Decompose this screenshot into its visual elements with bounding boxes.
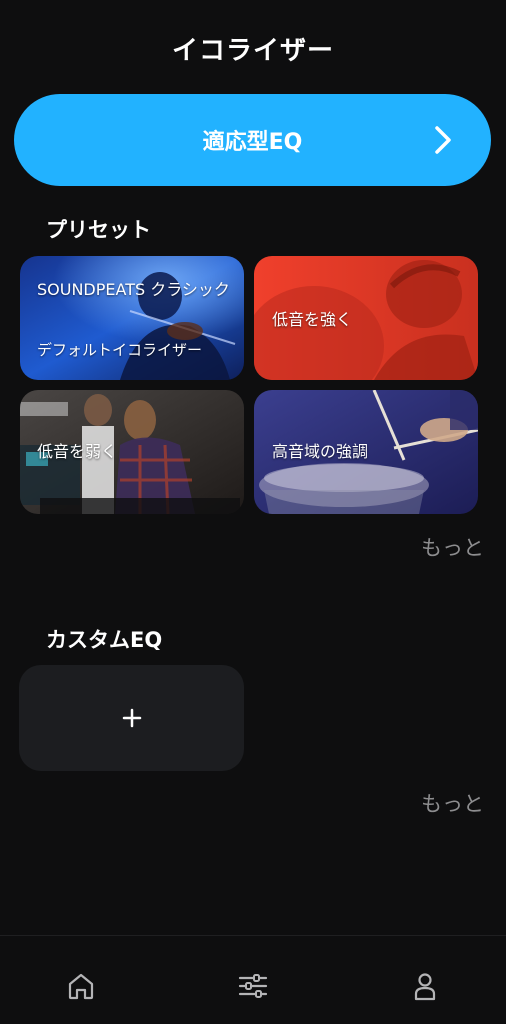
profile-icon[interactable]: [409, 970, 441, 1002]
adaptive-eq-button[interactable]: 適応型EQ: [14, 94, 491, 186]
chevron-right-icon: [435, 126, 451, 154]
page-title: イコライザー: [171, 36, 334, 66]
preset-subtitle: デフォルトイコライザー: [37, 341, 203, 359]
preset-card-bass-reduce[interactable]: 低音を弱く: [20, 390, 244, 514]
preset-title: 低音を強く: [272, 310, 353, 329]
presets-section-title: プリセット: [46, 218, 151, 242]
preset-card-treble-boost[interactable]: 高音域の強調: [254, 390, 478, 514]
preset-card-bass-boost[interactable]: 低音を強く: [254, 256, 478, 380]
preset-title: 低音を弱く: [37, 442, 118, 461]
bottom-nav: [0, 935, 506, 1024]
more-custom-eq-link[interactable]: もっと: [421, 788, 484, 818]
preset-card-soundpeats-classic[interactable]: SOUNDPEATS クラシック デフォルトイコライザー: [20, 256, 244, 380]
equalizer-icon[interactable]: [237, 970, 269, 1002]
plus-icon: [122, 708, 141, 728]
more-presets-link[interactable]: もっと: [421, 532, 484, 562]
equalizer-screen: イコライザー 適応型EQ プリセット SOUNDPEATS クラシック デフォル…: [0, 0, 506, 1024]
custom-eq-section-title: カスタムEQ: [46, 628, 163, 652]
add-custom-eq-button[interactable]: [19, 665, 244, 771]
adaptive-eq-label: 適応型EQ: [202, 130, 303, 155]
preset-title: SOUNDPEATS クラシック: [37, 280, 230, 299]
home-icon[interactable]: [65, 970, 97, 1002]
preset-title: 高音域の強調: [272, 442, 369, 461]
